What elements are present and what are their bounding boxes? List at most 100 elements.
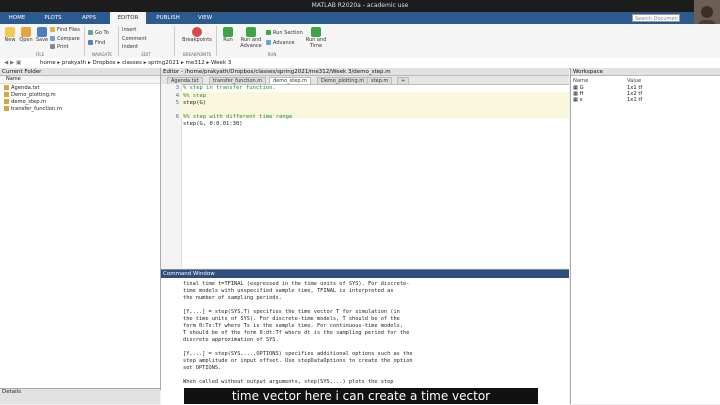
find-files-button[interactable]: Find Files (50, 27, 80, 33)
tab-home[interactable]: HOME (2, 12, 32, 24)
editor-tabs: Agenda.txt transfer_function.m demo_step… (161, 76, 569, 85)
compare-icon (50, 36, 55, 41)
print-label: Print (57, 44, 69, 50)
advance-label: Advance (273, 40, 295, 46)
code-line[interactable]: % step in transfer function. (183, 85, 276, 91)
find-button[interactable]: Find (88, 40, 105, 46)
group-navigate-label: NAVIGATE (92, 52, 112, 57)
file-name: Demo_plotting.m (11, 92, 56, 98)
file-item[interactable]: transfer_function.m (4, 106, 62, 112)
run-section-icon (266, 30, 271, 35)
command-output-line: final time t=TFINAL (expressed in the ti… (183, 281, 410, 287)
run-button[interactable]: Run (220, 27, 236, 43)
toolstrip-separator (84, 26, 85, 56)
line-number: 5 (175, 100, 179, 106)
find-files-label: Find Files (57, 27, 80, 33)
window-title-bar: MATLAB R2020a - academic use (0, 0, 720, 12)
command-window[interactable]: Command Window final time t=TFINAL (expr… (161, 269, 569, 405)
compare-button[interactable]: Compare (50, 36, 80, 42)
new-button[interactable]: New (2, 27, 18, 43)
search-documentation-input[interactable]: Search Documen (632, 14, 680, 22)
editor-tab[interactable]: step.m (367, 77, 393, 84)
code-line[interactable]: step(G, 0:0.01:30) (183, 121, 243, 127)
workspace-var-row[interactable]: ▦ s (573, 97, 582, 103)
breadcrumb: home ▸ prakyath ▸ Dropbox ▸ classes ▸ sp… (40, 60, 232, 66)
current-folder-column-header[interactable]: Name (0, 76, 160, 84)
m-file-icon (4, 106, 9, 111)
go-to-icon (88, 30, 93, 35)
breakpoints-label: Breakpoints (182, 37, 212, 43)
advance-button[interactable]: Advance (266, 40, 295, 46)
editor-title: Editor - /home/prakyath/Dropbox/classes/… (161, 68, 569, 76)
editor-tab-active[interactable]: demo_step.m (269, 77, 311, 84)
run-section-button[interactable]: Run Section (266, 30, 303, 36)
file-name: Agenda.txt (11, 85, 40, 91)
code-line[interactable]: step(G) (183, 100, 206, 106)
indent-label: Indent (122, 44, 139, 50)
file-item[interactable]: Agenda.txt (4, 85, 40, 91)
comment-button[interactable]: Comment (122, 36, 147, 42)
open-button[interactable]: Open (18, 27, 34, 43)
run-section-label: Run Section (273, 30, 303, 36)
file-item[interactable]: demo_step.m (4, 99, 46, 105)
breakpoint-icon (192, 27, 202, 37)
window-title: MATLAB R2020a - academic use (311, 2, 409, 9)
run-and-advance-button[interactable]: Run and Advance (238, 27, 264, 49)
file-item[interactable]: Demo_plotting.m (4, 92, 56, 98)
run-icon (223, 27, 233, 37)
workspace-title: Workspace (571, 68, 720, 76)
new-tab-button[interactable]: + (397, 77, 410, 84)
indent-button[interactable]: Indent (122, 44, 138, 50)
editor-tab[interactable]: transfer_function.m (209, 77, 267, 84)
m-file-icon (4, 99, 9, 104)
tab-editor[interactable]: EDITOR (110, 12, 146, 24)
breakpoints-button[interactable]: Breakpoints (180, 27, 214, 43)
toolstrip-separator (174, 26, 175, 56)
workspace-value-header[interactable]: Value (627, 78, 641, 84)
ribbon-tab-strip: HOME PLOTS APPS EDITOR PUBLISH VIEW Sear… (0, 12, 720, 24)
run-and-time-button[interactable]: Run and Time (304, 27, 328, 49)
workspace-name-header[interactable]: Name (573, 78, 588, 84)
back-icon[interactable]: ◀ ▶ ▣ (4, 58, 21, 68)
run-advance-icon (246, 27, 256, 37)
breadcrumb-item[interactable]: prakyath (62, 60, 86, 66)
editor-toolstrip: New Open Save Find Files Compare Print G… (0, 24, 720, 59)
breadcrumb-item[interactable]: classes (122, 60, 142, 66)
editor-panel: Editor - /home/prakyath/Dropbox/classes/… (161, 68, 569, 268)
breadcrumb-item[interactable]: spring2021 (148, 60, 179, 66)
breadcrumb-item[interactable]: Week 3 (211, 60, 231, 66)
editor-tab[interactable]: Agenda.txt (167, 77, 203, 84)
details-panel[interactable]: Details (0, 388, 160, 404)
run-label: Run (223, 37, 233, 43)
print-button[interactable]: Print (50, 44, 69, 50)
compare-label: Compare (57, 36, 80, 42)
tab-plots[interactable]: PLOTS (38, 12, 68, 24)
details-label: Details (2, 389, 22, 395)
run-and-time-label: Run and Time (305, 37, 327, 49)
new-file-icon (5, 27, 15, 37)
go-to-button[interactable]: Go To (88, 30, 109, 36)
tab-view[interactable]: VIEW (190, 12, 220, 24)
group-file-label: FILE (35, 52, 45, 57)
save-button[interactable]: Save (34, 27, 50, 43)
tab-publish[interactable]: PUBLISH (150, 12, 186, 24)
editor-tab[interactable]: Demo_plotting.m (317, 77, 369, 84)
line-number: 3 (175, 85, 179, 91)
code-line[interactable]: %% step (183, 93, 206, 99)
breadcrumb-item[interactable]: me312 (186, 60, 205, 66)
breadcrumb-item[interactable]: home (40, 60, 56, 66)
save-label: Save (35, 37, 49, 43)
var-name: s (579, 97, 583, 103)
comment-label: Comment (122, 36, 147, 42)
new-label: New (4, 37, 16, 43)
insert-label: Insert (122, 27, 137, 33)
insert-button[interactable]: Insert (122, 27, 136, 33)
breadcrumb-item[interactable]: Dropbox (93, 60, 116, 66)
code-line[interactable]: %% step with different time range (183, 114, 292, 120)
run-time-icon (311, 27, 321, 37)
save-icon (37, 27, 47, 37)
command-output-line: form 0:Ts:Tf where Ts is the sample time… (183, 323, 404, 329)
command-output-line: the number of sampling periods. (183, 295, 282, 301)
current-folder-title: Current Folder (0, 68, 160, 76)
tab-apps[interactable]: APPS (74, 12, 104, 24)
